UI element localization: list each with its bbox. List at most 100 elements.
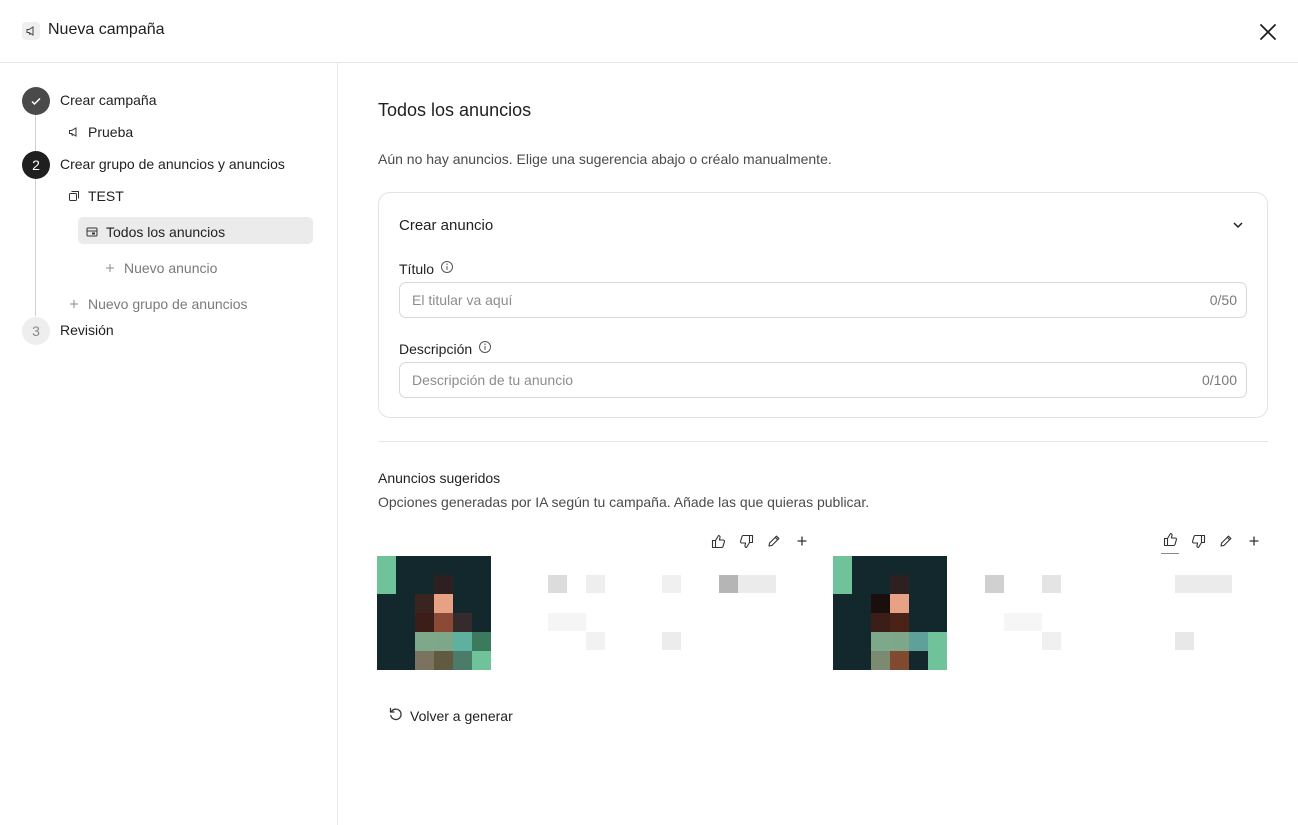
info-icon[interactable] (478, 340, 492, 357)
megaphone-icon (68, 126, 80, 138)
plus-icon (104, 262, 116, 274)
blurred-text-block (1042, 575, 1061, 593)
blurred-text-block (738, 575, 776, 593)
suggested-ads-title: Anuncios sugeridos (378, 470, 501, 486)
step-connector (35, 114, 36, 152)
title-label-text: Título (399, 260, 435, 277)
thumb-pixel (833, 556, 852, 575)
description-label-text: Descripción (399, 340, 473, 357)
description-counter: 0/100 (1201, 372, 1237, 388)
suggestion-actions (709, 531, 811, 551)
title-field[interactable]: 0/50 (399, 282, 1247, 318)
chevron-down-icon[interactable] (1230, 217, 1246, 233)
regenerate-button[interactable]: Volver a generar (388, 706, 513, 725)
blurred-text-block (662, 632, 681, 650)
description-field[interactable]: 0/100 (399, 362, 1247, 398)
thumb-pixel (453, 632, 472, 651)
sidebar-item-new-ad[interactable]: Nuevo anuncio (104, 260, 217, 276)
thumb-pixel (472, 632, 491, 651)
info-icon[interactable] (440, 260, 454, 277)
thumb-pixel (928, 632, 947, 651)
thumb-pixel (909, 632, 928, 651)
thumb-pixel (890, 575, 909, 594)
blurred-text-block (1004, 613, 1042, 631)
thumb-pixel (472, 651, 491, 670)
thumb-pixel (871, 594, 890, 613)
thumb-pixel (415, 651, 434, 670)
page-subtitle: Aún no hay anuncios. Elige una sugerenci… (378, 151, 832, 167)
step-label-create-ad-group[interactable]: Crear grupo de anuncios y anuncios (60, 156, 285, 172)
section-divider (378, 441, 1268, 442)
plus-icon (68, 298, 80, 310)
thumb-pixel (415, 594, 434, 613)
sidebar-item-campaign[interactable]: Prueba (68, 124, 133, 140)
thumb-pixel (434, 594, 453, 613)
thumb-pixel (377, 556, 396, 575)
description-input[interactable] (412, 363, 1172, 397)
campaign-name: Prueba (88, 124, 134, 140)
thumb-pixel (434, 613, 453, 632)
step-label-review[interactable]: Revisión (60, 322, 114, 338)
thumb-pixel (453, 651, 472, 670)
sidebar-item-new-ad-group[interactable]: Nuevo grupo de anuncios (68, 296, 248, 312)
blurred-text-block (985, 575, 1004, 593)
plus-icon[interactable] (1245, 531, 1263, 551)
thumb-pixel (890, 594, 909, 613)
thumbs-down-icon[interactable] (737, 531, 755, 551)
ads-icon (86, 226, 98, 238)
blurred-text-block (586, 632, 605, 650)
thumb-pixel (434, 575, 453, 594)
thumbs-up-icon[interactable] (1161, 531, 1179, 554)
blurred-text-block (548, 613, 586, 631)
pencil-icon[interactable] (1217, 531, 1235, 551)
dialog-title: Nueva campaña (48, 21, 165, 38)
title-input[interactable] (412, 283, 1172, 317)
regenerate-label: Volver a generar (410, 707, 513, 724)
step-number-badge: 2 (22, 151, 50, 179)
ad-group-name: TEST (88, 188, 124, 204)
thumb-pixel (377, 575, 396, 594)
new-ad-group-label: Nuevo grupo de anuncios (88, 296, 248, 312)
blurred-text-block (1175, 632, 1194, 650)
thumb-pixel (833, 575, 852, 594)
blurred-text-block (719, 575, 738, 593)
blurred-text-block (586, 575, 605, 593)
thumb-pixel (890, 613, 909, 632)
suggested-ad-preview[interactable] (377, 556, 805, 688)
thumb-pixel (890, 651, 909, 670)
step-number-badge: 3 (22, 317, 50, 345)
blurred-text-block (1042, 632, 1061, 650)
dialog-header: Nueva campaña (0, 0, 1298, 63)
title-counter: 0/50 (1209, 292, 1237, 308)
description-field-label: Descripción (399, 340, 492, 357)
thumb-pixel (415, 632, 434, 651)
create-ad-card: Crear anuncio Título 0/50 Descripción 0/… (378, 192, 1268, 418)
megaphone-icon (22, 22, 40, 40)
thumb-pixel (453, 613, 472, 632)
suggested-ad-preview[interactable] (833, 556, 1261, 688)
title-field-label: Título (399, 260, 454, 277)
blurred-text-block (548, 575, 567, 593)
thumbs-up-icon[interactable] (709, 531, 727, 551)
pencil-icon[interactable] (765, 531, 783, 551)
step-label-create-campaign[interactable]: Crear campaña (60, 92, 157, 108)
suggestion-actions (1161, 531, 1263, 554)
thumb-pixel (871, 651, 890, 670)
thumb-pixel (928, 651, 947, 670)
thumbs-down-icon[interactable] (1189, 531, 1207, 551)
all-ads-label: Todos los anuncios (106, 224, 226, 240)
plus-icon[interactable] (793, 531, 811, 551)
suggested-ads-subtitle: Opciones generadas por IA según tu campa… (378, 494, 870, 510)
new-ad-label: Nuevo anuncio (124, 260, 218, 276)
sidebar-item-ad-group[interactable]: TEST (68, 188, 124, 204)
step-connector (35, 178, 36, 316)
thumb-pixel (871, 613, 890, 632)
sidebar-item-all-ads[interactable]: Todos los anuncios (86, 224, 225, 240)
thumb-pixel (890, 632, 909, 651)
blurred-text-block (1175, 575, 1232, 593)
thumb-pixel (871, 632, 890, 651)
close-icon[interactable] (1256, 20, 1280, 44)
step-done-check-icon (22, 87, 50, 115)
thumb-pixel (415, 613, 434, 632)
blurred-text-block (662, 575, 681, 593)
